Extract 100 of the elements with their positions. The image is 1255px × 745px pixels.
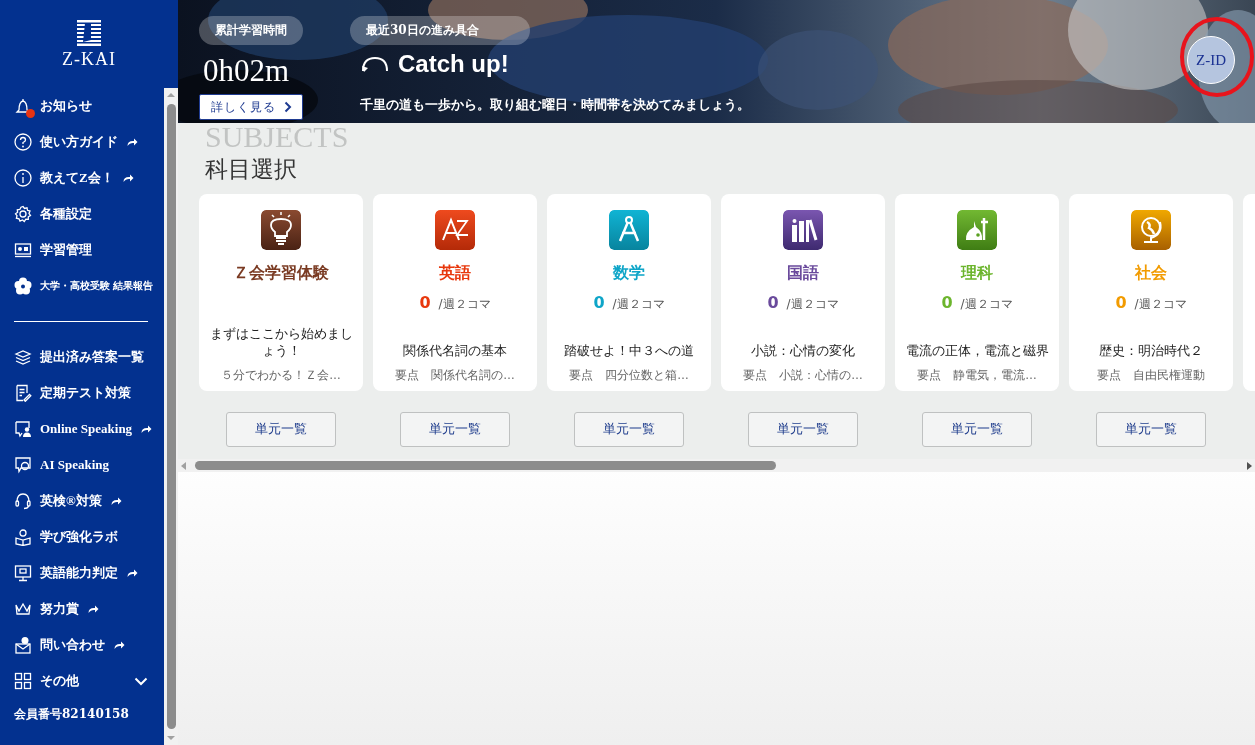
subject-card[interactable]: 数学 0 /週２コマ 踏破せよ！中３への道 要点 四分位数と箱… (547, 194, 711, 391)
subject-card[interactable]: 国語 0 /週２コマ 小説：心情の変化 要点 小説：心情の… (721, 194, 885, 391)
menu-label: 英検®対策 (40, 492, 102, 510)
menu-item[interactable]: 問い合わせ (14, 627, 164, 663)
scrollbar[interactable] (164, 88, 178, 745)
member-number: 会員番号82140158 (14, 706, 130, 723)
books-icon (783, 210, 823, 250)
menu-label: 定期テスト対策 (40, 384, 131, 402)
horizontal-scrollbar[interactable] (178, 459, 1255, 472)
lesson-title: 電流の正体，電流と磁界 (905, 342, 1049, 359)
lesson-count: 0 (767, 293, 779, 312)
lesson-count: 0 (1115, 293, 1127, 312)
menu-label: 使い方ガイド (40, 133, 118, 151)
menu-item[interactable]: 学習管理 (14, 232, 164, 268)
question-icon (14, 133, 32, 151)
letters-icon (435, 210, 475, 250)
menu-label: 英語能力判定 (40, 564, 118, 582)
weekly-quota: /週２コマ (1134, 297, 1187, 311)
section-heading: 科目選択 (205, 155, 297, 184)
subject-name: 数学 (613, 263, 645, 284)
logo-icon (77, 20, 101, 46)
lesson-summary: 要点 自由民権運動 (1097, 367, 1205, 384)
study-time: 0h02m (203, 52, 290, 90)
stat-label: 累計学習時間 (199, 16, 303, 45)
flower-icon (14, 277, 32, 295)
menu-item[interactable]: 大学・高校受験 結果報告 (14, 268, 164, 304)
menu-item[interactable]: 定期テスト対策 (14, 375, 164, 411)
logo-text: Z-KAI (62, 50, 116, 68)
unit-list-button[interactable]: 単元一覧 (400, 412, 510, 447)
lesson-count: 0 (419, 293, 431, 312)
weekly-quota: /週２コマ (960, 297, 1013, 311)
chat-bubble-icon (14, 456, 32, 474)
grid-icon (14, 672, 32, 690)
menu-label: 学習管理 (40, 241, 92, 259)
person-book-icon (14, 528, 32, 546)
subject-card[interactable]: 理科 0 /週２コマ 電流の正体，電流と磁界 要点 静電気，電流… (895, 194, 1059, 391)
lesson-count: 0 (941, 293, 953, 312)
menu-label: 大学・高校受験 結果報告 (40, 279, 153, 293)
unit-list-button[interactable]: 単元一覧 (748, 412, 858, 447)
menu-item[interactable]: 各種設定 (14, 196, 164, 232)
weekly-quota: /週２コマ (786, 297, 839, 311)
menu-label: その他 (40, 672, 79, 690)
unit-list-button[interactable]: 単元一覧 (574, 412, 684, 447)
menu-item[interactable]: 英検®対策 (14, 483, 164, 519)
advice-text: 千里の道も一歩から。取り組む曜日・時間帯を決めてみましょう。 (360, 97, 750, 113)
subject-name: 英語 (439, 263, 471, 284)
monitor-icon (14, 564, 32, 582)
subject-card[interactable]: 社会 0 /週２コマ 歴史：明治時代２ 要点 自由民権運動 (1069, 194, 1233, 391)
menu-label: 各種設定 (40, 205, 92, 223)
envelope-icon (14, 636, 32, 654)
lesson-title: まずはここから始めましょう！ (209, 325, 353, 359)
layers-icon (14, 348, 32, 366)
screen-icon (14, 241, 32, 259)
menu-item[interactable]: 教えてZ会！ (14, 160, 164, 196)
weekly-quota: /週２コマ (612, 297, 665, 311)
subject-name: 国語 (787, 263, 819, 284)
lesson-title: 歴史：明治時代２ (1099, 342, 1203, 359)
menu-label: Online Speaking (40, 421, 133, 437)
menu-label: 学び強化ラボ (40, 528, 118, 546)
document-icon (14, 384, 32, 402)
lesson-title: 関係代名詞の基本 (403, 342, 507, 359)
info-icon (14, 169, 32, 187)
menu-item[interactable]: その他 (14, 663, 164, 699)
settings-icon (14, 205, 32, 223)
lesson-title: 小説：心情の変化 (751, 342, 855, 359)
menu-item[interactable]: 英語能力判定 (14, 555, 164, 591)
menu-item[interactable]: AI Speaking (14, 447, 164, 483)
progress-status: Catch up! (398, 49, 509, 79)
subject-name: 社会 (1135, 263, 1167, 284)
menu-item[interactable]: 学び強化ラボ (14, 519, 164, 555)
menu-label: 問い合わせ (40, 636, 105, 654)
unit-list-button[interactable]: 単元一覧 (1096, 412, 1206, 447)
lesson-count: 0 (593, 293, 605, 312)
chevron-icon (283, 101, 292, 113)
lesson-summary: 要点 四分位数と箱… (569, 367, 689, 384)
menu-item[interactable]: 提出済み答案一覧 (14, 339, 164, 375)
lesson-summary: 要点 関係代名詞の… (395, 367, 515, 384)
menu-item[interactable]: Online Speaking (14, 411, 164, 447)
globe-icon (1131, 210, 1171, 250)
unit-list-button[interactable]: 単元一覧 (922, 412, 1032, 447)
menu-item[interactable]: 努力賞 (14, 591, 164, 627)
menu-item[interactable]: お知らせ (14, 88, 164, 124)
subject-card[interactable]: Ｚ会学習体験 まずはここから始めましょう！ ５分でわかる！Ｚ会… (199, 194, 363, 391)
menu-label: お知らせ (40, 97, 92, 115)
menu-label: AI Speaking (40, 457, 109, 473)
lesson-title: 踏破せよ！中３への道 (564, 342, 694, 359)
bulb-icon (261, 210, 301, 250)
headset-icon (14, 492, 32, 510)
lesson-summary: 要点 静電気，電流… (917, 367, 1037, 384)
lesson-summary: ５分でわかる！Ｚ会… (221, 367, 341, 384)
details-button[interactable]: 詳しく見る (199, 94, 303, 120)
compass-icon (609, 210, 649, 250)
chat-person-icon (14, 420, 32, 438)
subject-card[interactable]: 英語 0 /週２コマ 関係代名詞の基本 要点 関係代名詞の… (373, 194, 537, 391)
weekly-quota: /週２コマ (438, 297, 491, 311)
gauge-icon (360, 55, 390, 73)
unit-list-button[interactable]: 単元一覧 (226, 412, 336, 447)
menu-item[interactable]: 使い方ガイド (14, 124, 164, 160)
menu-label: 努力賞 (40, 600, 79, 618)
subject-name: Ｚ会学習体験 (233, 262, 329, 284)
